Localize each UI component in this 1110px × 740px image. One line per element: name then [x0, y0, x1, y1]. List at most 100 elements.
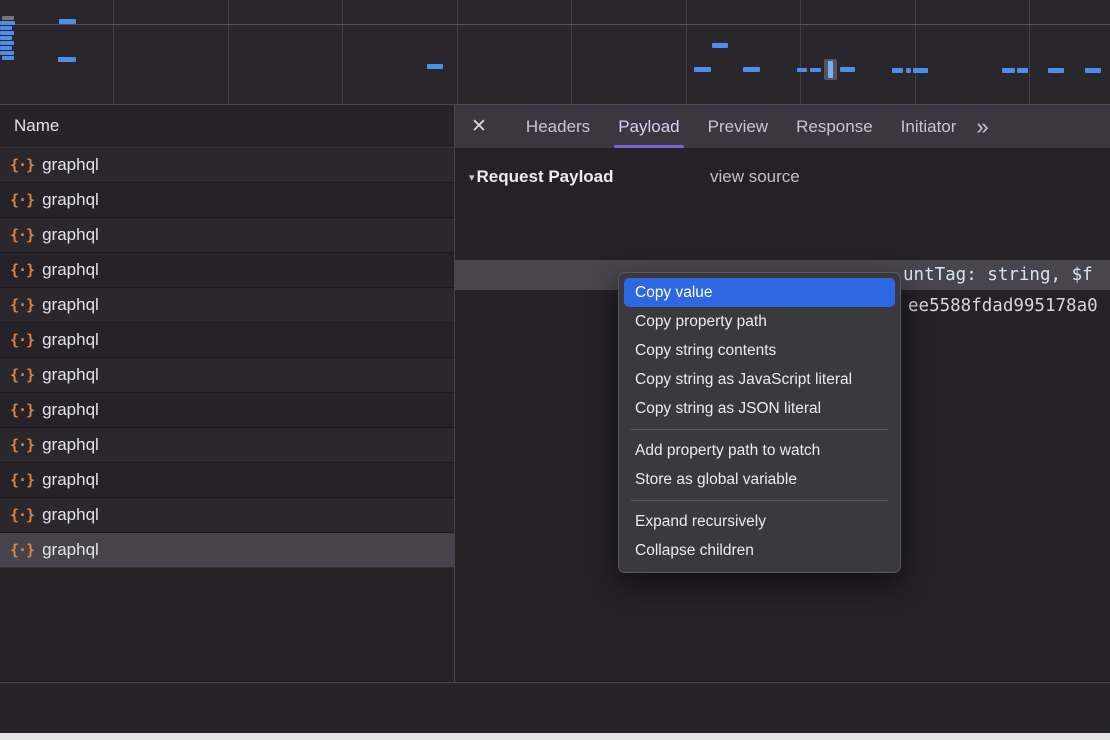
request-name-label: graphql: [42, 295, 99, 315]
request-row[interactable]: {·} graphql: [0, 498, 454, 533]
request-timing-bar: [1048, 68, 1064, 73]
request-row[interactable]: {·} graphql: [0, 288, 454, 323]
request-payload-section-header[interactable]: ▾ Request Payload: [469, 165, 614, 189]
request-timing-bar: [743, 67, 760, 72]
tab-response[interactable]: Response: [782, 105, 887, 148]
request-row[interactable]: {·} graphql: [0, 463, 454, 498]
overview-lane-divider: [0, 24, 1110, 25]
more-tabs-icon[interactable]: »: [976, 114, 986, 140]
json-braces-icon: {·}: [10, 436, 34, 454]
request-row[interactable]: {·} graphql: [0, 218, 454, 253]
window-bottom-edge: [0, 733, 1110, 740]
json-braces-icon: {·}: [10, 506, 34, 524]
json-braces-icon: {·}: [10, 226, 34, 244]
request-row[interactable]: {·} graphql: [0, 183, 454, 218]
json-braces-icon: {·}: [10, 331, 34, 349]
request-row-selected[interactable]: {·} graphql: [0, 533, 454, 568]
menu-item-copy-string-as-json-literal[interactable]: Copy string as JSON literal: [619, 394, 900, 423]
request-timing-bar: [2, 56, 14, 60]
timeline-gridline: [800, 0, 801, 104]
menu-item-expand-recursively[interactable]: Expand recursively: [619, 507, 900, 536]
timeline-gridline: [113, 0, 114, 104]
close-icon[interactable]: ✕: [471, 115, 487, 138]
payload-root-row[interactable]: ▼{operationName: "ipFlowTimeseries", var…: [455, 200, 1110, 230]
network-overview-timeline[interactable]: [0, 0, 1110, 105]
request-name-label: graphql: [42, 225, 99, 245]
menu-divider: [631, 429, 888, 430]
variables-preview-fragment: ee5588fdad995178a0: [908, 291, 1098, 321]
request-timing-bar: [906, 68, 911, 73]
menu-item-copy-value[interactable]: Copy value: [624, 278, 895, 307]
timeline-gridline: [1029, 0, 1030, 104]
request-timing-bar: [694, 67, 711, 72]
request-name-label: graphql: [42, 470, 99, 490]
request-name-label: graphql: [42, 505, 99, 525]
request-timing-bar: [0, 41, 14, 45]
menu-item-store-as-global-variable[interactable]: Store as global variable: [619, 465, 900, 494]
request-row[interactable]: {·} graphql: [0, 393, 454, 428]
json-braces-icon: {·}: [10, 156, 34, 174]
name-column-label: Name: [14, 116, 59, 136]
request-row[interactable]: {·}graphql: [0, 323, 454, 358]
section-collapse-arrow-icon[interactable]: ▾: [469, 171, 475, 184]
request-timing-bar: [0, 36, 12, 40]
request-timing-bar: [892, 68, 903, 73]
request-timing-bar: [797, 68, 807, 72]
request-timing-bar: [427, 64, 443, 69]
menu-item-copy-property-path[interactable]: Copy property path: [619, 307, 900, 336]
request-name-label: graphql: [42, 540, 99, 560]
menu-item-add-property-path-to-watch[interactable]: Add property path to watch: [619, 436, 900, 465]
request-name-label: graphql: [42, 190, 99, 210]
name-column-header[interactable]: Name: [0, 105, 454, 148]
request-timing-bar: [1002, 68, 1015, 73]
tab-initiator[interactable]: Initiator: [887, 105, 971, 148]
request-timing-bar: [1085, 68, 1101, 73]
menu-item-collapse-children[interactable]: Collapse children: [619, 536, 900, 565]
timeline-gridline: [686, 0, 687, 104]
json-braces-icon: {·}: [10, 471, 34, 489]
request-timing-bar: [913, 68, 928, 73]
request-name-label: graphql: [42, 400, 99, 420]
request-row[interactable]: {·} graphql: [0, 358, 454, 393]
timeline-gridline: [342, 0, 343, 104]
request-name-label: graphql: [42, 435, 99, 455]
tab-payload[interactable]: Payload: [604, 105, 693, 148]
menu-item-copy-string-as-javascript-literal[interactable]: Copy string as JavaScript literal: [619, 365, 900, 394]
request-timing-bar: [58, 57, 76, 62]
json-braces-icon: {·}: [10, 261, 34, 279]
overview-selected-request-marker: [824, 59, 837, 80]
json-braces-icon: {·}: [10, 191, 34, 209]
request-row[interactable]: {·}graphql: [0, 148, 454, 183]
request-name-label: graphql: [42, 365, 99, 385]
context-menu: Copy valueCopy property pathCopy string …: [618, 272, 901, 573]
timeline-gridline: [228, 0, 229, 104]
json-braces-icon: {·}: [10, 401, 34, 419]
request-timing-bar: [2, 16, 14, 20]
json-braces-icon: {·}: [10, 541, 34, 559]
tab-headers[interactable]: Headers: [512, 105, 604, 148]
payload-operation-row[interactable]: operationName: "ipFlowTimeseries": [455, 231, 1110, 261]
request-timing-bar: [712, 43, 728, 48]
tab-preview[interactable]: Preview: [694, 105, 782, 148]
detail-tabs: HeadersPayloadPreviewResponseInitiator: [512, 105, 970, 148]
request-name-label: graphql: [42, 260, 99, 280]
request-timing-bar: [810, 68, 821, 72]
overview-selected-request-bar: [828, 61, 833, 78]
json-braces-icon: {·}: [10, 296, 34, 314]
view-source-link[interactable]: view source: [710, 167, 800, 187]
status-footer: [0, 683, 1110, 733]
timeline-gridline: [915, 0, 916, 104]
request-list: {·} graphql {·} graphql {·} graphql {·} graphql…: [0, 148, 454, 682]
request-timing-bar: [0, 26, 12, 30]
request-row[interactable]: {·} graphql: [0, 253, 454, 288]
menu-item-copy-string-contents[interactable]: Copy string contents: [619, 336, 900, 365]
json-braces-icon: {·}: [10, 366, 34, 384]
request-timing-bar: [0, 51, 14, 55]
timeline-gridline: [571, 0, 572, 104]
request-timing-bar: [1017, 68, 1028, 73]
menu-divider: [631, 500, 888, 501]
detail-tabbar: ✕ HeadersPayloadPreviewResponseInitiator…: [455, 105, 1110, 148]
devtools-network-window: Name ✕ HeadersPayloadPreviewResponseInit…: [0, 0, 1110, 740]
request-row[interactable]: {·} graphql: [0, 428, 454, 463]
request-timing-bar: [0, 46, 12, 50]
